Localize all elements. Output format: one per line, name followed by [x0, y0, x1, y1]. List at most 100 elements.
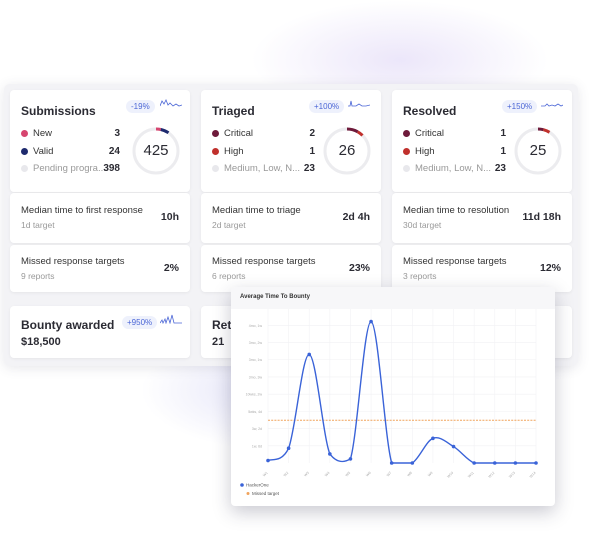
- change-badge: +150%: [502, 100, 538, 113]
- legend-value: 3: [114, 128, 120, 139]
- x-tick-label: W12: [488, 471, 496, 479]
- y-tick-label: 3mo, 3w: [249, 375, 263, 379]
- legend-dot: [403, 148, 410, 155]
- line-chart: 1w, 6d 3w, 2d 5wks, 4d 10wks, 2w 3mo, 3w 3mo,…: [240, 309, 538, 496]
- data-point: [389, 461, 394, 465]
- metric-value: 23%: [348, 262, 370, 274]
- sparkline-icon: [541, 103, 563, 107]
- x-tick-label: W3: [303, 471, 310, 478]
- change-badge: +950%: [122, 316, 158, 329]
- metric-sub: 30d target: [403, 220, 442, 230]
- legend-dot: [21, 165, 28, 172]
- data-point: [266, 458, 270, 463]
- retest-value: 21: [212, 336, 225, 348]
- legend-dot: [403, 165, 410, 172]
- legend-dot: [212, 130, 219, 137]
- metric-value: 12%: [539, 262, 561, 274]
- data-point: [286, 446, 291, 450]
- x-tick-label: W14: [529, 471, 537, 479]
- metric-card[interactable]: Missed response targets 6 reports 23%: [201, 245, 381, 292]
- x-tick-label: W13: [508, 471, 516, 479]
- legend-dot: [21, 148, 28, 155]
- metric-sub: 3 reports: [403, 271, 437, 281]
- metric-card[interactable]: Median time to triage 2d target 2d 4h: [201, 193, 381, 243]
- legend-item-high: High: [212, 146, 244, 157]
- metric-label: Missed response targets: [212, 256, 316, 267]
- x-tick-label: W6: [365, 471, 372, 478]
- metric-value: 2%: [163, 262, 179, 274]
- legend-item-critical: Critical: [212, 128, 253, 139]
- x-tick-label: W4: [324, 471, 331, 478]
- donut-total: 425: [143, 142, 169, 159]
- sparkline-icon: [348, 100, 370, 107]
- metric-label: Missed response targets: [21, 256, 125, 267]
- card-title: Triaged: [212, 104, 255, 118]
- sparkline-icon: [160, 314, 182, 324]
- x-tick-label: W2: [283, 471, 290, 478]
- legend-value: 1: [500, 146, 506, 157]
- change-badge: +100%: [309, 100, 345, 113]
- metric-card[interactable]: Missed response targets 3 reports 12%: [392, 245, 572, 292]
- metric-label: Median time to resolution: [403, 205, 510, 216]
- legend-item-critical: Critical: [403, 128, 444, 139]
- legend-value: 398: [103, 163, 120, 174]
- legend-value: 2: [309, 128, 315, 139]
- average-time-to-bounty-chart-card: Average Time To Bounty 1w, 6d 3w, 2d 5wks,…: [231, 287, 555, 506]
- y-tick-label: 4mo, 1w: [249, 324, 263, 328]
- y-tick-label: 3mo, 2w: [249, 341, 263, 345]
- legend-dot: [212, 165, 219, 172]
- resolved-card[interactable]: Resolved +150% Critical 1 High 1 Medium,…: [392, 90, 572, 192]
- card-title: Resolved: [403, 104, 457, 118]
- metric-label: Median time to first response: [21, 205, 143, 216]
- metric-card[interactable]: Missed response targets 9 reports 2%: [10, 245, 190, 292]
- y-tick-label: 3mo, 1w: [249, 358, 263, 362]
- data-point: [410, 461, 415, 465]
- change-badge: -19%: [126, 100, 155, 113]
- legend-value: 24: [108, 146, 120, 157]
- metric-sub: 6 reports: [212, 271, 246, 281]
- legend-value: 23: [303, 163, 315, 174]
- data-point: [492, 461, 497, 465]
- bounty-value: $18,500: [21, 336, 61, 348]
- legend-marker-missed-target: [246, 492, 250, 495]
- triaged-card[interactable]: Triaged +100% Critical 2 High 1 Medium, …: [201, 90, 381, 192]
- legend-item-high: High: [403, 146, 435, 157]
- metric-label: Missed response targets: [403, 256, 507, 267]
- x-tick-label: W10: [446, 471, 454, 479]
- legend-item-valid: Valid: [21, 146, 53, 157]
- x-tick-label: W9: [427, 471, 434, 478]
- legend-value: 23: [494, 163, 506, 174]
- data-point: [513, 461, 518, 465]
- metric-sub: 9 reports: [21, 271, 55, 281]
- x-tick-label: W7: [386, 471, 393, 478]
- legend-dot: [212, 148, 219, 155]
- submissions-card[interactable]: Submissions -19% New 3 Valid 24 Pending …: [10, 90, 190, 192]
- y-tick-label: 5wks, 4d: [248, 410, 262, 414]
- card-title: Ret: [212, 318, 232, 332]
- donut-total: 26: [338, 142, 356, 159]
- legend-dot: [403, 130, 410, 137]
- data-point: [451, 444, 456, 449]
- legend-item-new: New: [21, 128, 52, 139]
- legend-value: 1: [309, 146, 315, 157]
- sparkline-icon: [160, 99, 182, 107]
- metric-value: 11d 18h: [522, 211, 561, 223]
- metric-sub: 1d target: [21, 220, 55, 230]
- data-point: [534, 461, 538, 465]
- legend-label-missed-target: Missed target: [252, 491, 280, 496]
- legend-label-hackerone: HackerOne: [246, 483, 269, 488]
- metric-card[interactable]: Median time to resolution 30d target 11d…: [392, 193, 572, 243]
- legend-marker-hackerone: [240, 483, 244, 487]
- card-title: Submissions: [21, 104, 96, 118]
- x-tick-label: W11: [467, 471, 475, 479]
- metric-value: 2d 4h: [342, 211, 370, 223]
- bounty-card[interactable]: Bounty awarded +950% $18,500: [10, 306, 190, 358]
- card-title: Bounty awarded: [21, 318, 115, 332]
- data-point: [431, 436, 435, 441]
- metric-card[interactable]: Median time to first response 1d target …: [10, 193, 190, 243]
- data-point: [472, 461, 476, 465]
- metric-sub: 2d target: [212, 220, 246, 230]
- donut-total: 25: [529, 142, 547, 159]
- metric-value: 10h: [160, 211, 179, 223]
- metric-label: Median time to triage: [212, 205, 301, 216]
